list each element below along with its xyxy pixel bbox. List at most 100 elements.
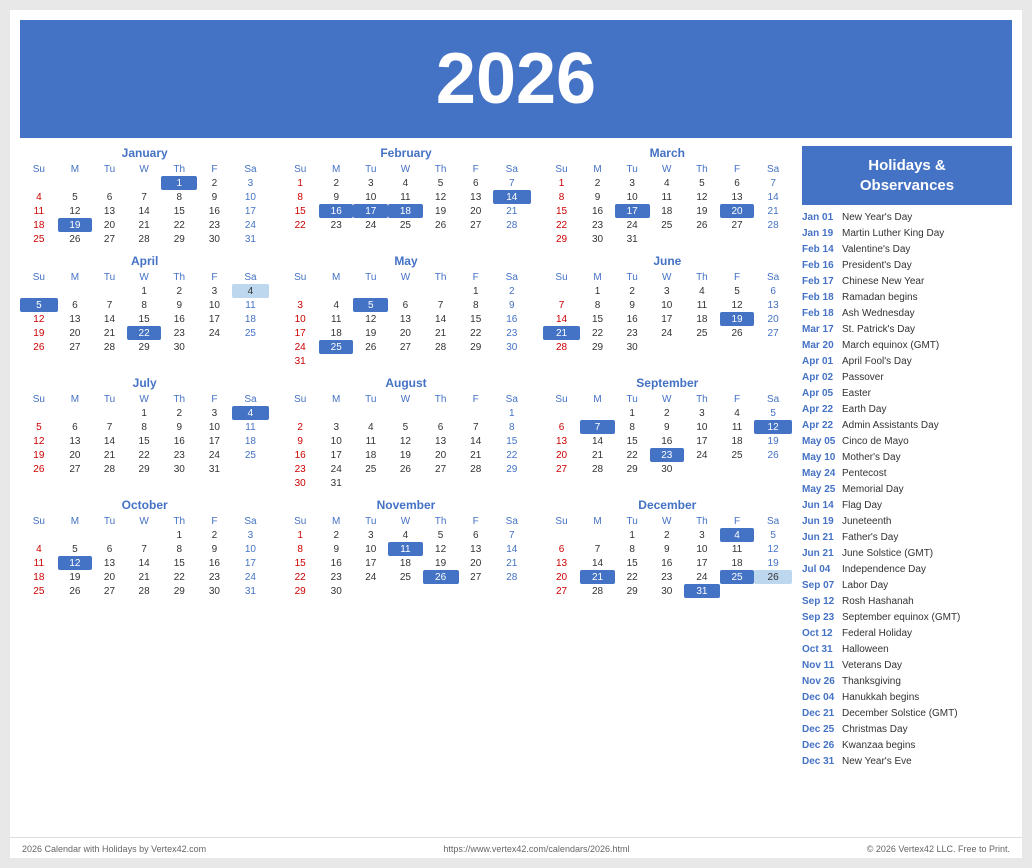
months-grid: January SuMTuWThFSa 123 45678910 1112131… — [20, 146, 792, 598]
holiday-date: Dec 31 — [802, 755, 836, 769]
holiday-date: Feb 18 — [802, 307, 836, 321]
holiday-name: Christmas Day — [842, 723, 908, 737]
month-december: December SuMTuWThFSa 12345 6789101112 13… — [543, 498, 792, 598]
holiday-date: Nov 26 — [802, 675, 836, 689]
holiday-item: Nov 11Veterans Day — [802, 659, 1012, 673]
holiday-name: Federal Holiday — [842, 627, 912, 641]
month-january: January SuMTuWThFSa 123 45678910 1112131… — [20, 146, 269, 246]
holiday-name: Veterans Day — [842, 659, 902, 673]
month-april: April SuMTuWThFSa 1234 567891011 1213141… — [20, 254, 269, 368]
holiday-date: Jul 04 — [802, 563, 836, 577]
holiday-item: Mar 20 March equinox (GMT) — [802, 339, 1012, 353]
holiday-date: May 05 — [802, 435, 836, 449]
holiday-date: Feb 16 — [802, 259, 836, 273]
holiday-date: Feb 14 — [802, 243, 836, 257]
holiday-item: Dec 26Kwanzaa begins — [802, 739, 1012, 753]
month-october: October SuMTuWThFSa 123 45678910 1112131… — [20, 498, 269, 598]
holiday-item: Jun 21 Father's Day — [802, 531, 1012, 545]
holiday-date: Sep 23 — [802, 611, 836, 625]
holidays-list: Jan 01New Year's Day Jan 19Martin Luther … — [802, 211, 1012, 769]
holiday-date: Jun 14 — [802, 499, 836, 513]
footer-right: © 2026 Vertex42 LLC. Free to Print. — [867, 844, 1010, 854]
holiday-date: Dec 25 — [802, 723, 836, 737]
month-august: August SuMTuWThFSa 1 2345678 91011121314… — [281, 376, 530, 490]
calendar-section: January SuMTuWThFSa 123 45678910 1112131… — [20, 146, 792, 831]
holiday-item: Dec 31New Year's Eve — [802, 755, 1012, 769]
footer-center: https://www.vertex42.com/calendars/2026.… — [443, 844, 629, 854]
holiday-name: April Fool's Day — [842, 355, 912, 369]
month-february: February SuMTuWThFSa 1234567 89101112131… — [281, 146, 530, 246]
holiday-item: Dec 04 Hanukkah begins — [802, 691, 1012, 705]
holiday-item: Oct 31Halloween — [802, 643, 1012, 657]
holiday-name: Earth Day — [842, 403, 886, 417]
holiday-item: May 24 Pentecost — [802, 467, 1012, 481]
holiday-date: May 25 — [802, 483, 836, 497]
holiday-date: Apr 05 — [802, 387, 836, 401]
holiday-name: Flag Day — [842, 499, 882, 513]
holiday-date: May 24 — [802, 467, 836, 481]
month-may: May SuMTuWThFSa 12 3456789 1011121314151… — [281, 254, 530, 368]
holiday-name: Easter — [842, 387, 871, 401]
holiday-date: Mar 20 — [802, 339, 836, 353]
holiday-item: Feb 18 Ash Wednesday — [802, 307, 1012, 321]
holiday-date: Apr 01 — [802, 355, 836, 369]
holiday-item: Feb 18Ramadan begins — [802, 291, 1012, 305]
holiday-name: Mother's Day — [842, 451, 901, 465]
holiday-date: Feb 17 — [802, 275, 836, 289]
holiday-item: Jan 01New Year's Day — [802, 211, 1012, 225]
holiday-item: Dec 25 Christmas Day — [802, 723, 1012, 737]
holiday-date: Dec 26 — [802, 739, 836, 753]
holiday-date: Jan 01 — [802, 211, 836, 225]
holiday-name: Father's Day — [842, 531, 898, 545]
holiday-date: Dec 04 — [802, 691, 836, 705]
year-header: 2026 — [20, 20, 1012, 138]
holiday-name: Ash Wednesday — [842, 307, 915, 321]
holiday-item: Feb 17 Chinese New Year — [802, 275, 1012, 289]
holiday-item: Apr 01 April Fool's Day — [802, 355, 1012, 369]
holidays-title: Holidays &Observances — [802, 146, 1012, 205]
holiday-name: Martin Luther King Day — [842, 227, 944, 241]
holiday-item: Jan 19Martin Luther King Day — [802, 227, 1012, 241]
holiday-name: Pentecost — [842, 467, 886, 481]
holiday-name: Chinese New Year — [842, 275, 924, 289]
holiday-name: September equinox (GMT) — [842, 611, 960, 625]
holiday-date: Jun 19 — [802, 515, 836, 529]
holiday-item: Mar 17St. Patrick's Day — [802, 323, 1012, 337]
holiday-date: Apr 22 — [802, 419, 836, 433]
holiday-item: May 05 Cinco de Mayo — [802, 435, 1012, 449]
holiday-date: Apr 02 — [802, 371, 836, 385]
month-november: November SuMTuWThFSa 1234567 89101112131… — [281, 498, 530, 598]
holiday-name: Hanukkah begins — [842, 691, 919, 705]
holiday-date: Jun 21 — [802, 547, 836, 561]
holiday-item: Sep 23 September equinox (GMT) — [802, 611, 1012, 625]
holiday-name: St. Patrick's Day — [842, 323, 915, 337]
holiday-item: Apr 05 Easter — [802, 387, 1012, 401]
holiday-item: Feb 14 Valentine's Day — [802, 243, 1012, 257]
holiday-name: Cinco de Mayo — [842, 435, 909, 449]
holiday-name: Rosh Hashanah — [842, 595, 914, 609]
holiday-name: June Solstice (GMT) — [842, 547, 933, 561]
holiday-name: Memorial Day — [842, 483, 904, 497]
holiday-item: Nov 26 Thanksgiving — [802, 675, 1012, 689]
holiday-name: Valentine's Day — [842, 243, 910, 257]
holiday-name: Halloween — [842, 643, 889, 657]
holiday-date: Dec 21 — [802, 707, 836, 721]
holiday-date: Sep 12 — [802, 595, 836, 609]
holiday-item: Jul 04Independence Day — [802, 563, 1012, 577]
main-content: January SuMTuWThFSa 123 45678910 1112131… — [10, 146, 1022, 831]
holiday-item: Jun 19Juneteenth — [802, 515, 1012, 529]
holiday-name: President's Day — [842, 259, 912, 273]
holiday-name: Thanksgiving — [842, 675, 901, 689]
holiday-item: Jun 14 Flag Day — [802, 499, 1012, 513]
holiday-item: Sep 12 Rosh Hashanah — [802, 595, 1012, 609]
footer: 2026 Calendar with Holidays by Vertex42.… — [10, 837, 1022, 858]
holiday-name: March equinox (GMT) — [842, 339, 939, 353]
holiday-date: Jun 21 — [802, 531, 836, 545]
holiday-item: May 25 Memorial Day — [802, 483, 1012, 497]
holiday-item: Jun 21 June Solstice (GMT) — [802, 547, 1012, 561]
holiday-item: Apr 22Admin Assistants Day — [802, 419, 1012, 433]
holiday-name: December Solstice (GMT) — [842, 707, 958, 721]
month-june: June SuMTuWThFSa 123456 78910111213 1415… — [543, 254, 792, 368]
holiday-item: Dec 21 December Solstice (GMT) — [802, 707, 1012, 721]
holiday-item: May 10Mother's Day — [802, 451, 1012, 465]
